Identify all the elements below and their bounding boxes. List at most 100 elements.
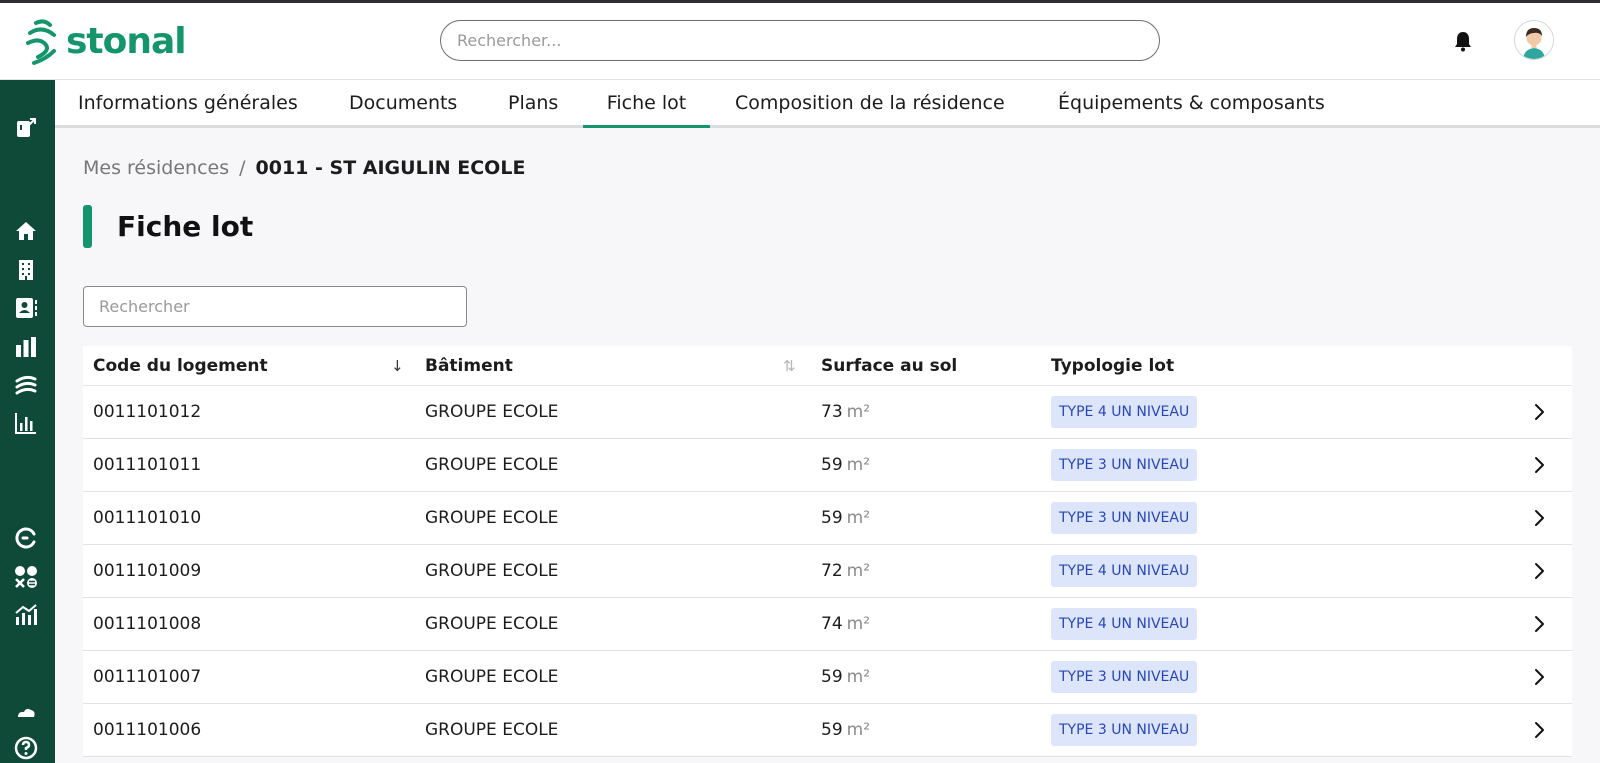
calculator-icon[interactable] [13,564,39,590]
sidebar [0,80,55,763]
typology-badge: TYPE 4 UN NIVEAU [1051,396,1198,428]
cell-code: 0011101011 [93,455,202,475]
home-icon[interactable] [13,218,39,244]
typology-badge: TYPE 3 UN NIVEAU [1051,661,1198,693]
app-header: stonal [0,3,1600,80]
breadcrumb-current: 0011 - ST AIGULIN ECOLE [255,157,526,179]
cell-code: 0011101008 [93,614,202,634]
analytics-icon[interactable] [13,410,39,436]
contacts-icon[interactable] [13,295,39,321]
surface-value: 73 [821,402,843,422]
help-icon[interactable] [13,735,39,761]
surface-value: 59 [821,455,843,475]
tab-composition[interactable]: Composition de la résidence [735,80,1005,128]
cell-code: 0011101007 [93,667,202,687]
cell-building: GROUPE ECOLE [425,402,559,422]
cell-code: 0011101010 [93,508,202,528]
stonal-signal-icon[interactable] [13,372,39,398]
table-row[interactable]: 0011101006 GROUPE ECOLE 59 m² TYPE 3 UN NIVE… [83,704,1572,757]
cell-surface: 59 m² [821,439,870,491]
table-row[interactable]: 0011101008 GROUPE ECOLE 74 m² TYPE 4 UN NIVE… [83,598,1572,651]
table-row[interactable]: 0011101009 GROUPE ECOLE 72 m² TYPE 4 UN NIVE… [83,545,1572,598]
column-header-surface: Surface au sol [821,356,958,376]
cell-surface: 59 m² [821,492,870,544]
user-avatar[interactable] [1514,20,1554,60]
surface-unit: m² [846,720,871,740]
cell-building: GROUPE ECOLE [425,561,559,581]
cloud-icon[interactable] [13,700,39,726]
surface-value: 59 [821,508,843,528]
breadcrumb-separator: / [239,157,246,179]
brand-name: stonal [66,20,187,62]
breadcrumb: Mes résidences / 0011 - ST AIGULIN ECOLE [83,157,525,179]
table-row[interactable]: 0011101012 GROUPE ECOLE 73 m² TYPE 4 UN NIVE… [83,386,1572,439]
surface-unit: m² [846,667,871,687]
global-search-input[interactable] [440,20,1160,61]
table-row[interactable]: 0011101007 GROUPE ECOLE 59 m² TYPE 3 UN NIVE… [83,651,1572,704]
title-accent-bar [83,205,92,248]
typology-badge: TYPE 4 UN NIVEAU [1051,555,1198,587]
cell-building: GROUPE ECOLE [425,455,559,475]
avatar-icon [1515,21,1553,59]
column-header-code[interactable]: Code du logement [93,346,268,386]
cell-building: GROUPE ECOLE [425,667,559,687]
cell-surface: 59 m² [821,704,870,756]
cell-surface: 59 m² [821,651,870,703]
surface-unit: m² [846,508,871,528]
tab-plans[interactable]: Plans [508,80,558,128]
surface-unit: m² [846,455,871,475]
bar-chart-icon[interactable] [13,334,39,360]
stonal-logo[interactable]: stonal [24,15,187,67]
table-header: Code du logement ↓ Bâtiment ⇅ Surface au… [83,346,1572,386]
tab-equipements[interactable]: Équipements & composants [1058,80,1325,128]
surface-value: 59 [821,667,843,687]
trend-chart-icon[interactable] [13,602,39,628]
table-body: 0011101012 GROUPE ECOLE 73 m² TYPE 4 UN NIVE… [83,386,1572,757]
surface-unit: m² [846,402,871,422]
refresh-cycle-icon[interactable] [13,525,39,551]
cell-code: 0011101009 [93,561,202,581]
page-title: Fiche lot [117,210,254,243]
stonal-logo-icon [26,19,56,65]
tab-fiche-lot[interactable]: Fiche lot [583,80,710,128]
cell-code: 0011101012 [93,402,202,422]
building-icon[interactable] [13,257,39,283]
surface-value: 74 [821,614,843,634]
table-row[interactable]: 0011101011 GROUPE ECOLE 59 m² TYPE 3 UN NIVE… [83,439,1572,492]
surface-value: 72 [821,561,843,581]
column-header-batiment[interactable]: Bâtiment [425,346,513,386]
typology-badge: TYPE 3 UN NIVEAU [1051,449,1198,481]
surface-unit: m² [846,561,871,581]
table-row[interactable]: 0011101010 GROUPE ECOLE 59 m² TYPE 3 UN NIVE… [83,492,1572,545]
surface-unit: m² [846,614,871,634]
lot-search-input[interactable] [83,286,467,327]
typology-badge: TYPE 3 UN NIVEAU [1051,714,1198,746]
exit-icon[interactable] [13,115,39,141]
breadcrumb-parent-link[interactable]: Mes résidences [83,157,229,179]
chevron-right-icon[interactable] [1527,559,1551,583]
cell-surface: 72 m² [821,545,870,597]
sort-down-arrow-icon[interactable]: ↓ [391,346,404,386]
tab-informations-generales[interactable]: Informations générales [78,80,298,128]
chevron-right-icon[interactable] [1527,718,1551,742]
cell-code: 0011101006 [93,720,202,740]
bell-icon[interactable] [1451,29,1475,53]
surface-value: 59 [821,720,843,740]
cell-surface: 73 m² [821,386,870,438]
chevron-right-icon[interactable] [1527,453,1551,477]
sort-updown-arrow-icon[interactable]: ⇅ [783,346,796,386]
chevron-right-icon[interactable] [1527,665,1551,689]
typology-badge: TYPE 3 UN NIVEAU [1051,502,1198,534]
cell-building: GROUPE ECOLE [425,508,559,528]
chevron-right-icon[interactable] [1527,612,1551,636]
tab-documents[interactable]: Documents [349,80,457,128]
chevron-right-icon[interactable] [1527,506,1551,530]
section-tabs: Informations générales Documents Plans F… [55,80,1600,128]
cell-surface: 74 m² [821,598,870,650]
cell-building: GROUPE ECOLE [425,614,559,634]
chevron-right-icon[interactable] [1527,400,1551,424]
column-header-typologie: Typologie lot [1051,356,1175,376]
cell-building: GROUPE ECOLE [425,720,559,740]
typology-badge: TYPE 4 UN NIVEAU [1051,608,1198,640]
lots-table: Code du logement ↓ Bâtiment ⇅ Surface au… [83,346,1572,757]
